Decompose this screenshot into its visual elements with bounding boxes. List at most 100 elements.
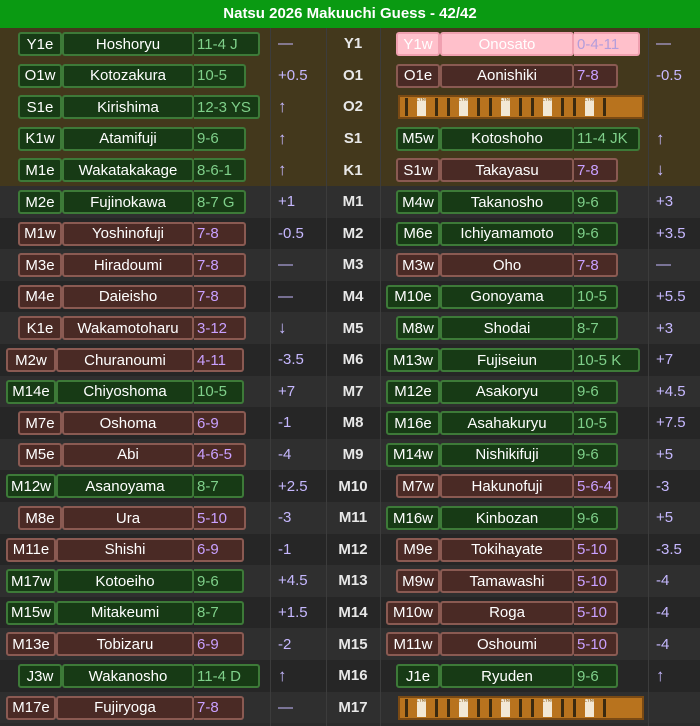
slot-bar — [446, 698, 450, 717]
east-rikishi[interactable]: M2w Churanoumi 4-11 — [6, 348, 244, 372]
west-rikishi[interactable]: M8w Shodai 8-7 — [396, 316, 618, 341]
west-shikona: Kotoshoho — [440, 126, 574, 151]
east-rank-code: M5e — [18, 442, 62, 467]
west-change: +3 — [656, 193, 674, 211]
east-change: ↑ — [278, 128, 287, 148]
west-record: 8-7 — [574, 316, 618, 341]
east-rikishi[interactable]: M7e Oshoma 6-9 — [18, 411, 246, 436]
west-shikona: Oho — [440, 253, 574, 278]
west-rikishi[interactable]: M9w Tamawashi 5-10 — [396, 569, 618, 594]
west-rikishi[interactable]: M10e Gonoyama 10-5 — [386, 284, 618, 309]
west-rikishi[interactable]: M5w Kotoshoho 11-4 JK — [396, 126, 640, 151]
west-rikishi[interactable]: O1e Aonishiki 7-8 — [396, 63, 618, 88]
east-shikona: Yoshinofuji — [62, 221, 194, 246]
east-rikishi[interactable]: M11e Shishi 6-9 — [6, 537, 244, 562]
west-rikishi[interactable]: M14w Nishikifuji 9-6 — [386, 442, 618, 467]
east-rikishi[interactable]: S1e Kirishima 12-3 YS — [18, 95, 260, 120]
west-shikona: Gonoyama — [440, 284, 574, 309]
west-record: 9-6 — [574, 190, 618, 214]
east-rikishi[interactable]: M4e Daieisho 7-8 — [18, 284, 246, 309]
west-shikona: Ryuden — [440, 664, 574, 688]
east-rikishi[interactable]: M14e Chiyoshoma 10-5 — [6, 379, 244, 404]
east-shikona: Wakamotoharu — [62, 316, 194, 341]
east-change: -4 — [278, 446, 292, 464]
west-shikona: Hakunofuji — [440, 474, 574, 499]
slot-pattern: CYMO — [400, 698, 442, 718]
east-shikona: Hiradoumi — [62, 253, 194, 278]
east-rikishi[interactable]: M17e Fujiryoga 7-8 — [6, 695, 244, 720]
west-rikishi[interactable]: M16w Kinbozan 9-6 — [386, 506, 618, 530]
east-rank-code: M1w — [18, 221, 62, 246]
east-rikishi[interactable]: M17w Kotoeiho 9-6 — [6, 569, 244, 594]
east-rikishi[interactable]: M8e Ura 5-10 — [18, 506, 246, 530]
west-rank-code: Y1w — [396, 32, 440, 56]
east-record: 12-3 YS — [194, 95, 260, 120]
west-rank-code: M6e — [396, 221, 440, 246]
east-rikishi[interactable]: M1e Wakatakakage 8-6-1 — [18, 158, 246, 183]
east-rikishi[interactable]: M1w Yoshinofuji 7-8 — [18, 221, 246, 246]
east-rank-code: M2w — [6, 348, 56, 372]
east-rikishi[interactable]: M3e Hiradoumi 7-8 — [18, 253, 246, 278]
banzuke-row: M2w Churanoumi 4-11 -3.5 M6 M13w Fujiseiun 10-5… — [0, 344, 700, 376]
east-record: 10-5 — [194, 63, 246, 88]
east-record: 11-4 J — [194, 32, 260, 56]
west-rikishi[interactable]: M16e Asahakuryu 10-5 — [386, 411, 618, 436]
west-rikishi[interactable]: S1w Takayasu 7-8 — [396, 158, 618, 183]
west-shikona: Oshoumi — [440, 632, 574, 657]
west-rikishi[interactable]: M13w Fujiseiun 10-5 K — [386, 348, 640, 372]
rank-label: M8 — [342, 414, 364, 432]
east-record: 7-8 — [194, 284, 246, 309]
rank-label: M5 — [342, 319, 364, 337]
east-rank-code: M7e — [18, 411, 62, 436]
west-shikona: Tokihayate — [440, 537, 574, 562]
west-shikona: Takayasu — [440, 158, 574, 183]
west-rank-code: M10w — [386, 600, 440, 625]
east-change: ↓ — [278, 318, 287, 338]
east-rank-code: M1e — [18, 158, 62, 183]
west-rikishi[interactable]: Y1w Onosato 0-4-11 — [396, 32, 640, 56]
rank-label: Y1 — [343, 35, 363, 53]
west-rikishi[interactable]: M6e Ichiyamamoto 9-6 — [396, 221, 618, 246]
west-rikishi[interactable]: M7w Hakunofuji 5-6-4 — [396, 474, 618, 499]
east-rikishi[interactable]: M12w Asanoyama 8-7 — [6, 474, 244, 499]
east-rikishi[interactable]: K1w Atamifuji 9-6 — [18, 126, 246, 151]
west-shikona: Nishikifuji — [440, 442, 574, 467]
west-rikishi[interactable]: M10w Roga 5-10 — [386, 600, 618, 625]
slot-bar — [572, 698, 576, 717]
east-shikona: Fujinokawa — [62, 190, 194, 214]
west-rikishi[interactable]: M11w Oshoumi 5-10 — [386, 632, 618, 657]
west-rikishi[interactable]: M4w Takanosho 9-6 — [396, 190, 618, 214]
unassigned-slot: CYMO CYMO CYMO CYMO CYMO — [398, 695, 644, 720]
banzuke-row: M4e Daieisho 7-8 — M4 M10e Gonoyama 10-5 +5.5 — [0, 280, 700, 313]
east-record: 8-6-1 — [194, 158, 246, 183]
west-rikishi[interactable]: M3w Oho 7-8 — [396, 253, 618, 278]
east-rikishi[interactable]: M13e Tobizaru 6-9 — [6, 632, 244, 657]
east-rank-code: Y1e — [18, 32, 62, 56]
west-shikona: Asakoryu — [440, 379, 574, 404]
slot-text: CYMO — [416, 698, 426, 717]
east-rikishi[interactable]: O1w Kotozakura 10-5 — [18, 63, 246, 88]
east-record: 10-5 — [194, 379, 244, 404]
rank-label: M15 — [338, 635, 368, 653]
east-shikona: Ura — [62, 506, 194, 530]
column-divider — [326, 28, 327, 726]
east-rikishi[interactable]: Y1e Hoshoryu 11-4 J — [18, 32, 260, 56]
west-rikishi[interactable]: J1e Ryuden 9-6 — [396, 664, 618, 688]
east-rikishi[interactable]: M5e Abi 4-6-5 — [18, 442, 246, 467]
west-rikishi[interactable]: M9e Tokihayate 5-10 — [396, 537, 618, 562]
east-rikishi[interactable]: K1e Wakamotoharu 3-12 — [18, 316, 246, 341]
west-rank-code: M14w — [386, 442, 440, 467]
west-rank-code: M10e — [386, 284, 440, 309]
east-rikishi[interactable]: M2e Fujinokawa 8-7 G — [18, 190, 246, 214]
slot-bar — [476, 698, 480, 717]
west-rikishi[interactable]: M12e Asakoryu 9-6 — [386, 379, 618, 404]
east-record: 4-11 — [194, 348, 244, 372]
east-shikona: Hoshoryu — [62, 32, 194, 56]
west-record: 9-6 — [574, 442, 618, 467]
banzuke-row: M5e Abi 4-6-5 -4 M9 M14w Nishikifuji 9-6 +5 — [0, 438, 700, 471]
east-record: 7-8 — [194, 253, 246, 278]
east-rikishi[interactable]: J3w Wakanosho 11-4 D — [18, 664, 260, 688]
west-rank-code: M11w — [386, 632, 440, 657]
east-rikishi[interactable]: M15w Mitakeumi 8-7 — [6, 600, 244, 625]
west-record: 7-8 — [574, 158, 618, 183]
